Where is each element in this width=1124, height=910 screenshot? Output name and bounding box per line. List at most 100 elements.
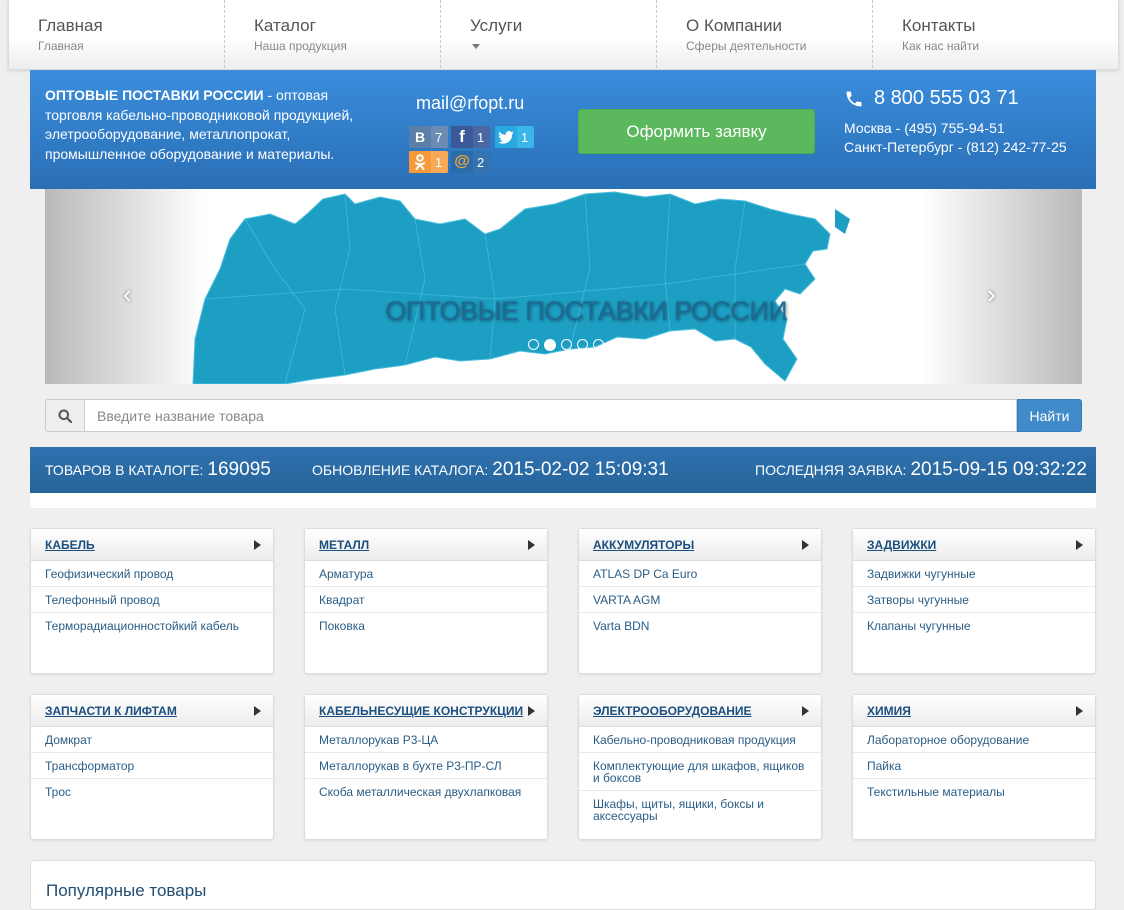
share-count: 1 xyxy=(435,154,443,170)
category-link[interactable]: Текстильные материалы xyxy=(853,779,1095,804)
nav-item-services[interactable]: Услуги xyxy=(441,0,657,68)
chevron-down-icon[interactable] xyxy=(472,44,480,49)
stat-value: 2015-09-15 09:32:22 xyxy=(910,459,1087,480)
place-order-button[interactable]: Оформить заявку xyxy=(578,109,815,154)
nav-item-home[interactable]: Главная Главная xyxy=(9,0,225,68)
category-link[interactable]: Комплектующие для шкафов, ящиков и боксо… xyxy=(579,753,821,791)
slider-dot[interactable] xyxy=(593,339,604,350)
nav-item-title: Каталог xyxy=(254,16,316,35)
nav-item-title: Главная xyxy=(38,16,103,35)
category-link[interactable]: Задвижки чугунные xyxy=(853,561,1095,587)
category-link[interactable]: Домкрат xyxy=(31,727,273,753)
russia-map-image xyxy=(192,191,850,384)
mailru-icon: @ xyxy=(451,151,473,173)
share-count: 2 xyxy=(477,154,485,170)
category-link[interactable]: Трос xyxy=(31,779,273,804)
slider-dot[interactable] xyxy=(528,339,539,350)
category-link[interactable]: Пайка xyxy=(853,753,1095,779)
category-header[interactable]: ХИМИЯ xyxy=(853,695,1095,727)
slider-dot[interactable] xyxy=(561,339,572,350)
odnoklassniki-icon xyxy=(409,151,431,173)
hero-slider: ‹ › ОПТОВЫЕ ПОСТАВКИ РОССИИ xyxy=(45,189,1082,384)
category-link[interactable]: ATLAS DP Ca Euro xyxy=(579,561,821,587)
slider-dot-active[interactable] xyxy=(544,339,556,351)
chevron-right-icon xyxy=(528,539,535,550)
facebook-icon: f xyxy=(451,126,473,148)
vk-share-button[interactable]: B 7 xyxy=(409,126,449,148)
category-link[interactable]: Скоба металлическая двухлапковая xyxy=(305,779,547,804)
stat-products: ТОВАРОВ В КАТАЛОГЕ: 169095 xyxy=(45,459,271,481)
stat-label: ТОВАРОВ В КАТАЛОГЕ: xyxy=(45,462,204,478)
email-link[interactable]: mail@rfopt.ru xyxy=(416,93,524,114)
search-input[interactable] xyxy=(84,399,1017,432)
category-header[interactable]: МЕТАЛЛ xyxy=(305,529,547,561)
category-header[interactable]: ЗАПЧАСТИ К ЛИФТАМ xyxy=(31,695,273,727)
category-link[interactable]: Varta BDN xyxy=(579,613,821,638)
mailru-share-button[interactable]: @ 2 xyxy=(451,151,491,173)
slider-dots xyxy=(528,339,604,351)
category-header[interactable]: КАБЕЛЬНЕСУЩИЕ КОНСТРУКЦИИ xyxy=(305,695,547,727)
stat-label: ОБНОВЛЕНИЕ КАТАЛОГА: xyxy=(312,462,489,478)
category-title: КАБЕЛЬ xyxy=(45,537,95,552)
share-count: 1 xyxy=(521,129,529,145)
chevron-right-icon xyxy=(802,705,809,716)
company-name: ОПТОВЫЕ ПОСТАВКИ РОССИИ xyxy=(45,87,264,103)
category-link[interactable]: Телефонный провод xyxy=(31,587,273,613)
slider-next-arrow[interactable]: › xyxy=(987,281,996,307)
category-card-batteries: АККУМУЛЯТОРЫ ATLAS DP Ca Euro VARTA AGM … xyxy=(578,528,822,674)
share-count: 7 xyxy=(435,129,443,145)
chevron-right-icon xyxy=(254,705,261,716)
category-header[interactable]: КАБЕЛЬ xyxy=(31,529,273,561)
category-title: ЗАПЧАСТИ К ЛИФТАМ xyxy=(45,703,177,718)
nav-item-subtitle: Главная xyxy=(38,39,84,53)
category-link[interactable]: Кабельно-проводниковая продукция xyxy=(579,727,821,753)
slider-dot[interactable] xyxy=(577,339,588,350)
category-header[interactable]: ЗАДВИЖКИ xyxy=(853,529,1095,561)
nav-item-contacts[interactable]: Контакты Как нас найти xyxy=(873,0,1089,68)
category-card-valves: ЗАДВИЖКИ Задвижки чугунные Затворы чугун… xyxy=(852,528,1096,674)
search-button[interactable]: Найти xyxy=(1017,399,1082,432)
chevron-right-icon xyxy=(254,539,261,550)
chevron-right-icon xyxy=(802,539,809,550)
category-link[interactable]: Металлорукав в бухте Р3-ПР-СЛ xyxy=(305,753,547,779)
nav-item-title: Услуги xyxy=(470,16,523,35)
moscow-phone: Москва - (495) 755-94-51 xyxy=(844,120,1005,136)
category-header[interactable]: АККУМУЛЯТОРЫ xyxy=(579,529,821,561)
nav-item-subtitle: Как нас найти xyxy=(902,39,980,53)
category-card-metal: МЕТАЛЛ Арматура Квадрат Поковка xyxy=(304,528,548,674)
main-phone-number: 8 800 555 03 71 xyxy=(874,87,1019,109)
chevron-right-icon xyxy=(528,705,535,716)
main-phone[interactable]: 8 800 555 03 71 xyxy=(844,87,1019,110)
category-card-electrical: ЭЛЕКТРООБОРУДОВАНИЕ Кабельно-проводников… xyxy=(578,694,822,840)
nav-item-catalog[interactable]: Каталог Наша продукция xyxy=(225,0,441,68)
category-card-cable: КАБЕЛЬ Геофизический провод Телефонный п… xyxy=(30,528,274,674)
nav-item-subtitle: Наша продукция xyxy=(254,39,347,53)
popular-products-section: Популярные товары xyxy=(30,860,1096,910)
share-count: 1 xyxy=(477,129,485,145)
category-link[interactable]: Затворы чугунные xyxy=(853,587,1095,613)
phone-icon xyxy=(846,91,862,106)
category-link[interactable]: Поковка xyxy=(305,613,547,638)
category-title: МЕТАЛЛ xyxy=(319,537,370,552)
stat-last-order: ПОСЛЕДНЯЯ ЗАЯВКА: 2015-09-15 09:32:22 xyxy=(755,459,1087,481)
odnoklassniki-share-button[interactable]: 1 xyxy=(409,151,449,173)
slider-prev-arrow[interactable]: ‹ xyxy=(123,281,132,307)
twitter-share-button[interactable]: 1 xyxy=(495,126,535,148)
category-link[interactable]: Шкафы, щиты, ящики, боксы и аксессуары xyxy=(579,791,821,828)
category-link[interactable]: VARTA AGM xyxy=(579,587,821,613)
category-link[interactable]: Лабораторное оборудование xyxy=(853,727,1095,753)
category-link[interactable]: Геофизический провод xyxy=(31,561,273,587)
category-link[interactable]: Металлорукав Р3-ЦА xyxy=(305,727,547,753)
vk-icon: B xyxy=(409,126,431,148)
category-title: ЗАДВИЖКИ xyxy=(867,537,937,552)
category-header[interactable]: ЭЛЕКТРООБОРУДОВАНИЕ xyxy=(579,695,821,727)
category-link[interactable]: Терморадиационностойкий кабель xyxy=(31,613,273,638)
category-card-elevator-parts: ЗАПЧАСТИ К ЛИФТАМ Домкрат Трансформатор … xyxy=(30,694,274,840)
category-link[interactable]: Трансформатор xyxy=(31,753,273,779)
stat-catalog-update: ОБНОВЛЕНИЕ КАТАЛОГА: 2015-02-02 15:09:31 xyxy=(312,459,669,481)
nav-item-about[interactable]: О Компании Сферы деятельности xyxy=(657,0,873,68)
category-link[interactable]: Клапаны чугунные xyxy=(853,613,1095,638)
category-link[interactable]: Квадрат xyxy=(305,587,547,613)
facebook-share-button[interactable]: f 1 xyxy=(451,126,491,148)
category-link[interactable]: Арматура xyxy=(305,561,547,587)
